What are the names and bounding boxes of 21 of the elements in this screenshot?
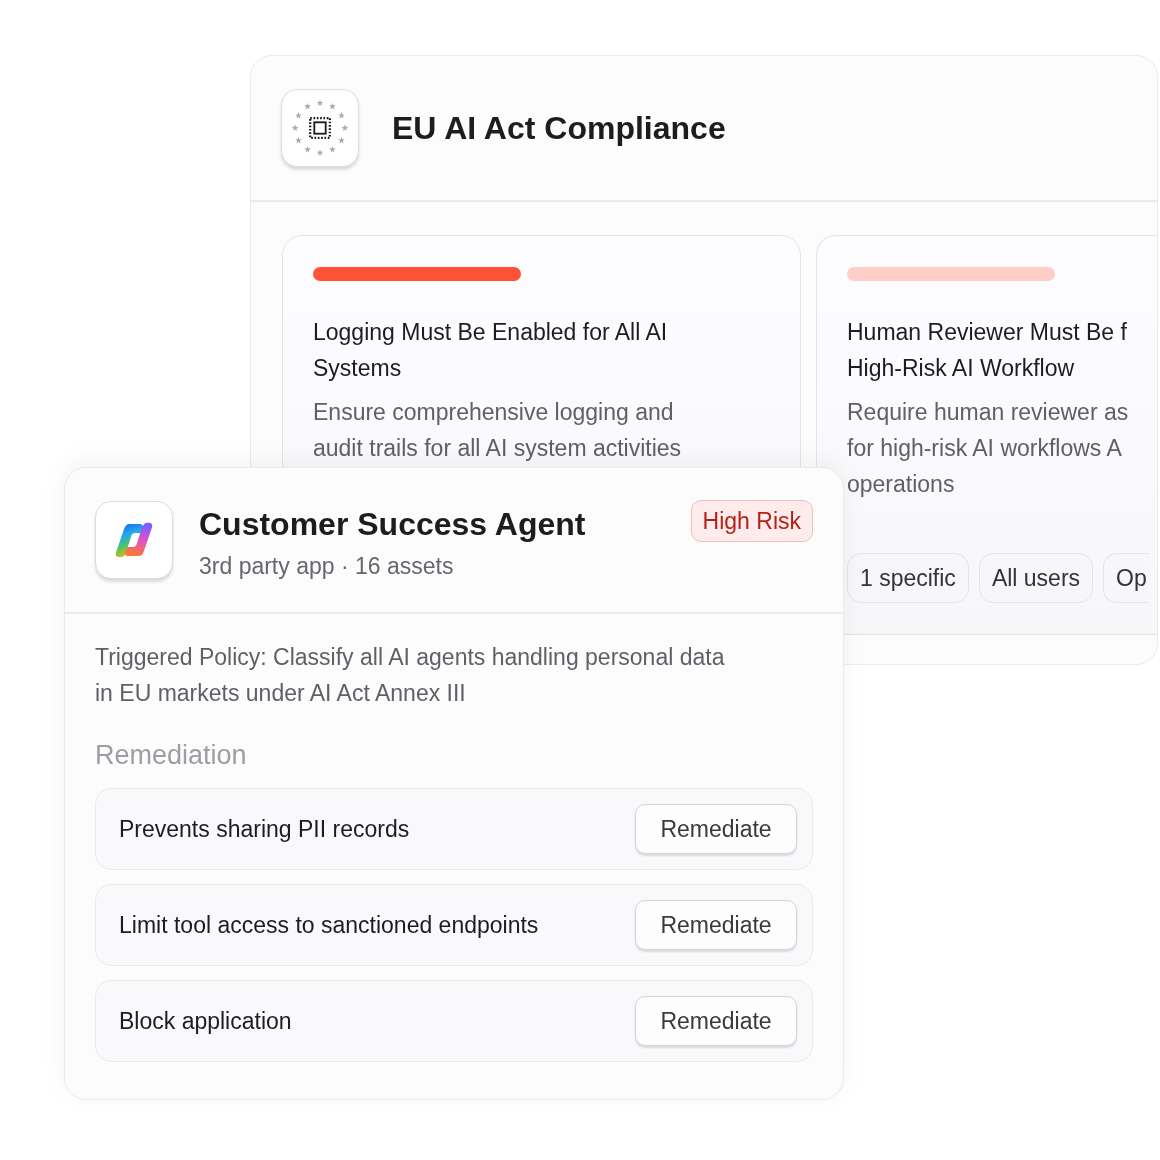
policy-title: Logging Must Be Enabled for All AI Systems — [313, 318, 669, 383]
policy-title: Human Reviewer Must Be f High-Risk AI Workflow — [847, 318, 1128, 383]
chip-stars-icon — [281, 89, 359, 167]
tag: All users — [978, 553, 1094, 603]
triggered-policy-text: Triggered Policy: Classify all AI agents handling personal data in EU markets under AI Act Annex III — [95, 643, 726, 708]
remediation-label: Limit tool access to sanctioned endpoints — [119, 911, 539, 939]
risk-badge: High Risk — [690, 500, 813, 542]
policy-description: Require human reviewer as for high-risk AI workflows A operations — [847, 398, 1130, 499]
tag: 1 specific — [847, 553, 969, 603]
agent-name: Customer Success Agent — [199, 505, 586, 544]
remediate-button[interactable]: Remediate — [635, 996, 797, 1046]
remediate-button[interactable]: Remediate — [635, 804, 797, 854]
app-logo-icon — [95, 501, 173, 579]
policy-description: Ensure comprehensive logging and audit trails for all AI system activities — [313, 398, 683, 463]
section-title: Remediation — [95, 739, 248, 772]
tag: Op — [1103, 553, 1149, 603]
panel-title: EU AI Act Compliance — [392, 109, 726, 147]
remediate-button[interactable]: Remediate — [635, 900, 797, 950]
agent-subtitle: 3rd party app · 16 assets — [199, 552, 454, 581]
remediation-label: Block application — [119, 1007, 292, 1035]
remediation-label: Prevents sharing PII records — [119, 815, 410, 843]
